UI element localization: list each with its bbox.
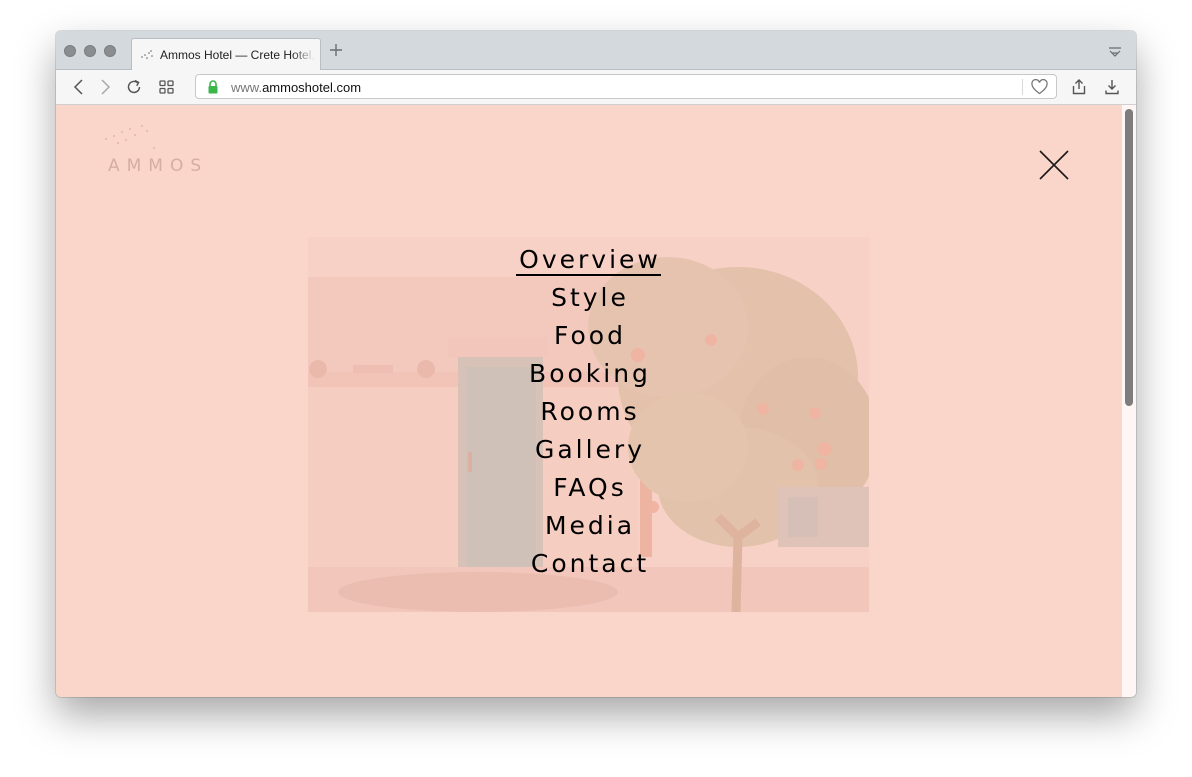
nav-item-overview: Overview <box>308 241 869 279</box>
nav-item-faqs: FAQs <box>308 469 869 507</box>
close-window-button[interactable] <box>64 45 76 57</box>
nav-link-food[interactable]: Food <box>551 321 626 350</box>
lock-icon <box>208 80 218 94</box>
main-nav-menu: Overview Style Food Booking Rooms Galler… <box>308 241 869 583</box>
logo-wordmark[interactable]: AMMOS <box>108 156 208 176</box>
nav-item-booking: Booking <box>308 355 869 393</box>
url-prefix: www. <box>231 80 263 95</box>
browser-tab[interactable]: Ammos Hotel — Crete Hotel, <box>131 38 321 70</box>
favicon-icon <box>141 49 153 59</box>
tab-title: Ammos Hotel — Crete Hotel, <box>160 47 315 62</box>
address-bar[interactable]: www.ammoshotel.com <box>195 74 1057 99</box>
url-text[interactable]: www.ammoshotel.com <box>231 80 361 95</box>
zoom-window-button[interactable] <box>104 45 116 57</box>
nav-link-contact[interactable]: Contact <box>528 549 649 578</box>
nav-item-style: Style <box>308 279 869 317</box>
plus-icon[interactable] <box>328 42 344 58</box>
download-icon[interactable] <box>1103 78 1121 96</box>
nav-item-gallery: Gallery <box>308 431 869 469</box>
page-scrollbar[interactable] <box>1122 105 1136 697</box>
tab-strip: Ammos Hotel — Crete Hotel, <box>56 31 1136 70</box>
nav-item-media: Media <box>308 507 869 545</box>
share-icon[interactable] <box>1070 78 1088 96</box>
grid-icon[interactable] <box>158 78 176 96</box>
minimize-window-button[interactable] <box>84 45 96 57</box>
tab-list-icon[interactable] <box>1108 46 1122 58</box>
nav-item-rooms: Rooms <box>308 393 869 431</box>
scrollbar-thumb[interactable] <box>1125 109 1133 406</box>
url-divider <box>1022 79 1023 95</box>
nav-link-rooms[interactable]: Rooms <box>537 397 639 426</box>
nav-link-overview[interactable]: Overview <box>516 245 661 276</box>
browser-window: Ammos Hotel — Crete Hotel, www.ammoshote… <box>56 31 1136 697</box>
page-content: AMMOS Overview Style Food Booking Rooms … <box>56 105 1122 697</box>
nav-link-booking[interactable]: Booking <box>526 359 651 388</box>
browser-toolbar: www.ammoshotel.com <box>56 70 1136 105</box>
nav-link-faqs[interactable]: FAQs <box>550 473 626 502</box>
nav-item-food: Food <box>308 317 869 355</box>
url-domain: ammoshotel.com <box>262 80 362 95</box>
back-arrow-icon[interactable] <box>70 78 88 96</box>
nav-link-gallery[interactable]: Gallery <box>532 435 645 464</box>
nav-link-media[interactable]: Media <box>542 511 635 540</box>
close-icon[interactable] <box>1038 149 1070 181</box>
nav-item-contact: Contact <box>308 545 869 583</box>
nav-link-style[interactable]: Style <box>548 283 629 312</box>
forward-arrow-icon[interactable] <box>96 78 114 96</box>
heart-icon[interactable] <box>1031 79 1048 95</box>
reload-icon[interactable] <box>125 78 143 96</box>
